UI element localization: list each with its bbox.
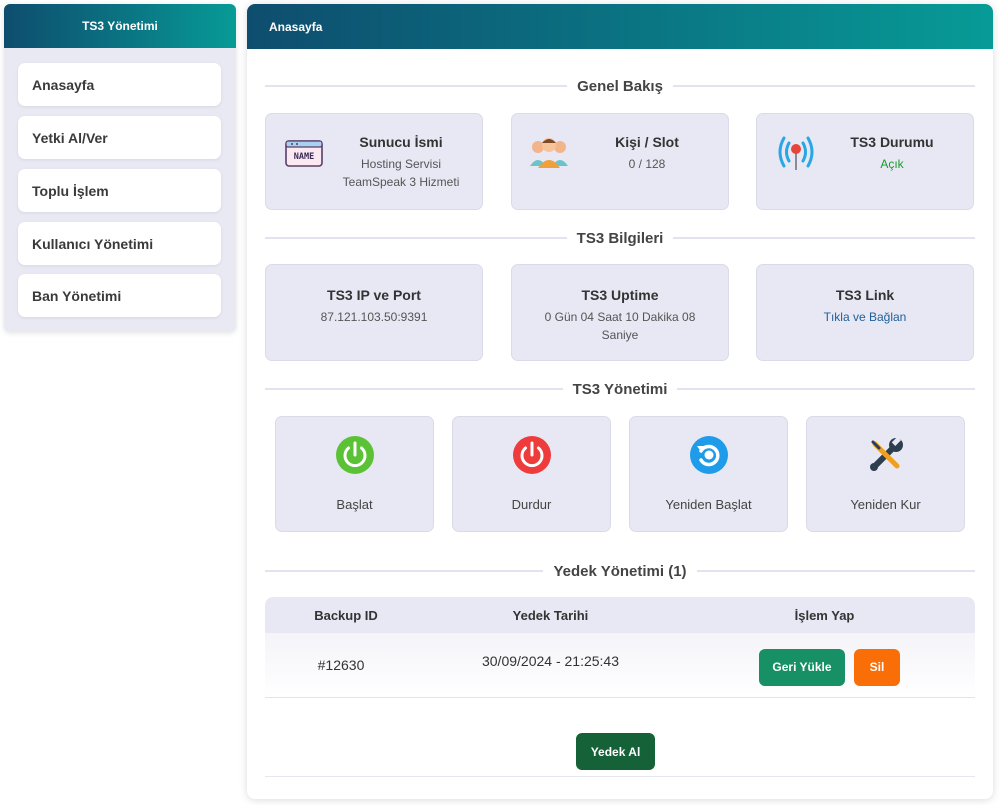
server-name-line2: TeamSpeak 3 Hizmeti	[342, 175, 460, 189]
ip-port-text: TS3 IP ve Port 87.121.103.50:9391	[266, 287, 482, 326]
start-button[interactable]: Başlat	[275, 416, 434, 532]
server-name-line1: Hosting Servisi	[360, 157, 442, 171]
section-title-backups: Yedek Yönetimi (1)	[265, 561, 975, 581]
sidebar-item-kullanici[interactable]: Kullanıcı Yönetimi	[18, 222, 221, 265]
restore-button[interactable]: Geri Yükle	[759, 648, 845, 686]
divider	[265, 776, 975, 777]
users-group-icon	[528, 134, 570, 170]
power-off-icon	[512, 435, 552, 475]
restart-icon	[689, 435, 729, 475]
uptime-text: TS3 Uptime 0 Gün 04 Saat 10 Dakika 08 Sa…	[512, 287, 728, 344]
status-title: TS3 Durumu	[850, 134, 934, 150]
card-server-name: NAME Sunucu İsmi Hosting Servisi TeamSpe…	[265, 113, 483, 210]
ip-port-title: TS3 IP ve Port	[327, 287, 421, 303]
section-title-backups-label: Yedek Yönetimi (1)	[553, 562, 687, 580]
sidebar-item-toplu-islem[interactable]: Toplu İşlem	[18, 169, 221, 212]
stop-label: Durdur	[511, 497, 552, 512]
wrench-screwdriver-icon	[866, 435, 906, 475]
row-actions: Geri Yükle Sil	[684, 648, 975, 686]
sidebar: TS3 Yönetimi Anasayfa Yetki Al/Ver Toplu…	[4, 4, 236, 332]
backup-date: 30/09/2024 - 21:25:43	[481, 653, 619, 669]
power-on-icon	[335, 435, 375, 475]
backup-table-header: Backup ID Yedek Tarihi İşlem Yap	[265, 597, 975, 633]
card-ip-port: TS3 IP ve Port 87.121.103.50:9391	[265, 264, 483, 361]
column-backup-date: Yedek Tarihi	[512, 607, 589, 623]
link-title: TS3 Link	[835, 287, 895, 303]
start-label: Başlat	[336, 497, 373, 512]
delete-button[interactable]: Sil	[854, 648, 900, 686]
uptime-line2: Saniye	[601, 328, 639, 342]
name-badge-icon: NAME	[285, 138, 323, 168]
table-row: #12630 30/09/2024 - 21:25:43 Geri Yükle …	[265, 633, 975, 698]
main-panel: Anasayfa Genel Bakış NAME Sunucu İsmi Ho…	[247, 4, 993, 799]
card-uptime: TS3 Uptime 0 Gün 04 Saat 10 Dakika 08 Sa…	[511, 264, 729, 361]
section-title-info: TS3 Bilgileri	[265, 228, 975, 248]
section-title-overview-label: Genel Bakış	[577, 77, 663, 95]
reinstall-button[interactable]: Yeniden Kur	[806, 416, 965, 532]
column-actions: İşlem Yap	[794, 607, 855, 623]
sidebar-title: TS3 Yönetimi	[4, 4, 236, 48]
card-status: TS3 Durumu Açık	[756, 113, 974, 210]
server-name-text: Sunucu İsmi Hosting Servisi TeamSpeak 3 …	[320, 134, 482, 191]
svg-text:NAME: NAME	[294, 152, 314, 162]
section-title-overview: Genel Bakış	[265, 76, 975, 96]
uptime-title: TS3 Uptime	[581, 287, 659, 303]
section-title-management: TS3 Yönetimi	[265, 379, 975, 399]
status-value: Açık	[880, 157, 904, 171]
slots-value: 0 / 128	[628, 157, 666, 171]
uptime-line1: 0 Gün 04 Saat 10 Dakika 08	[544, 310, 696, 324]
status-text: TS3 Durumu Açık	[811, 134, 973, 173]
sidebar-item-anasayfa[interactable]: Anasayfa	[18, 63, 221, 106]
reinstall-label: Yeniden Kur	[850, 497, 921, 512]
server-name-title: Sunucu İsmi	[359, 134, 443, 150]
card-slots: Kişi / Slot 0 / 128	[511, 113, 729, 210]
page-title: Anasayfa	[247, 4, 993, 49]
connect-link[interactable]: Tıkla ve Bağlan	[757, 308, 973, 326]
backup-id: #12630	[317, 657, 365, 673]
sidebar-item-yetki[interactable]: Yetki Al/Ver	[18, 116, 221, 159]
take-backup-button[interactable]: Yedek Al	[576, 733, 655, 770]
section-title-management-label: TS3 Yönetimi	[572, 380, 668, 398]
restart-button[interactable]: Yeniden Başlat	[629, 416, 788, 532]
slots-title: Kişi / Slot	[615, 134, 679, 150]
restart-label: Yeniden Başlat	[665, 497, 752, 512]
column-backup-id: Backup ID	[314, 607, 378, 623]
ip-port-value: 87.121.103.50:9391	[320, 310, 428, 324]
card-link: TS3 Link Tıkla ve Bağlan	[756, 264, 974, 361]
sidebar-item-ban[interactable]: Ban Yönetimi	[18, 274, 221, 317]
slots-text: Kişi / Slot 0 / 128	[566, 134, 728, 173]
link-text: TS3 Link Tıkla ve Bağlan	[757, 287, 973, 326]
section-title-info-label: TS3 Bilgileri	[576, 229, 664, 247]
stop-button[interactable]: Durdur	[452, 416, 611, 532]
